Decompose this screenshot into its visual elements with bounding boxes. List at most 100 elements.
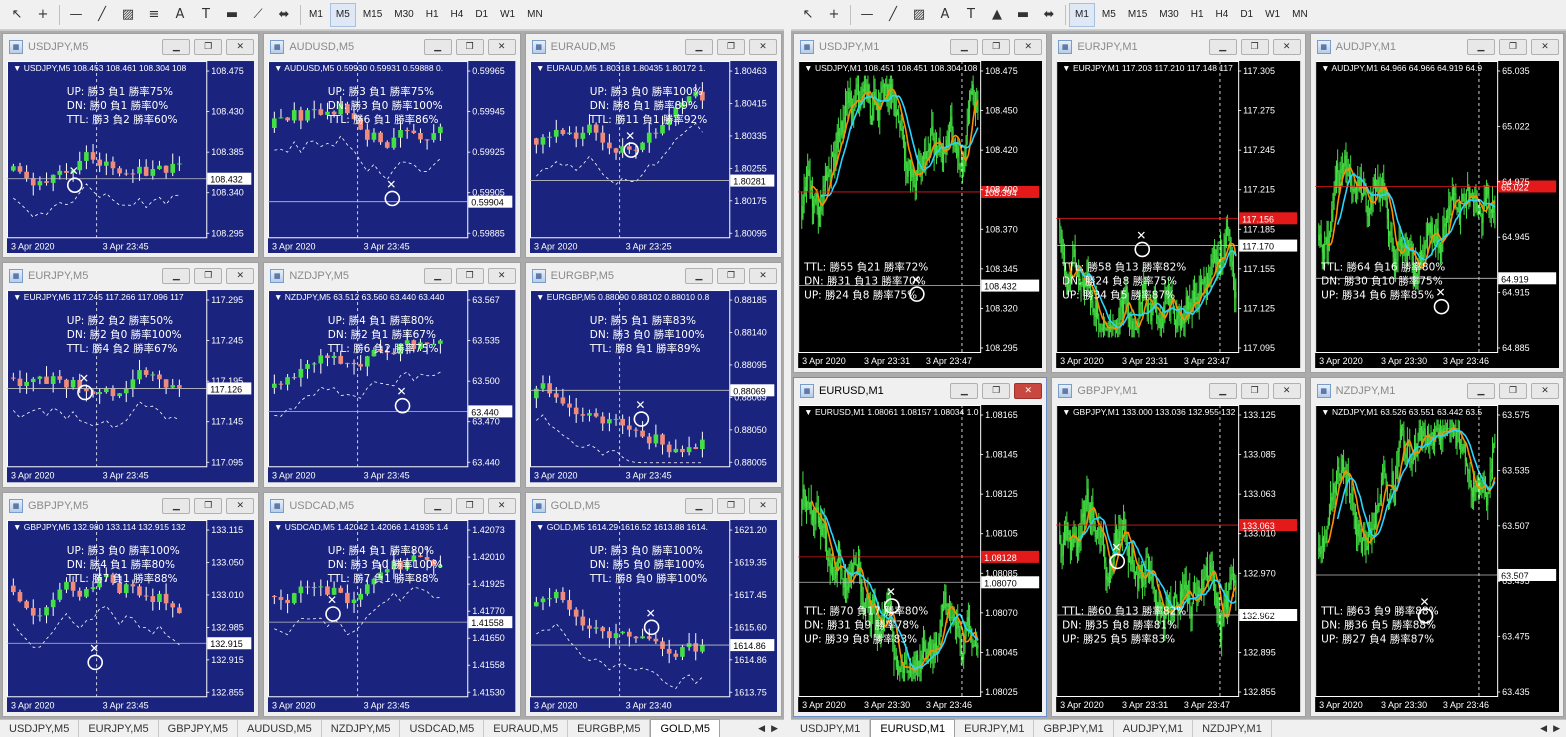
minimize-icon[interactable]: ▁: [423, 497, 452, 514]
candlestick-chart[interactable]: 64.91965.02265.03565.02264.97564.94564.9…: [1314, 61, 1559, 368]
timeframe-d1-button[interactable]: D1: [470, 3, 493, 27]
minimize-icon[interactable]: ▁: [423, 268, 452, 285]
restore-icon[interactable]: ❐: [982, 39, 1011, 55]
tab-eurgbp-m5[interactable]: EURGBP,M5: [568, 720, 651, 737]
price-chart[interactable]: 108.432 108.475 108.430 108.385 108.340 108.2…: [7, 61, 255, 254]
minimize-icon[interactable]: ▁: [684, 268, 713, 285]
cursor-icon[interactable]: ↖: [795, 3, 821, 27]
candlestick-chart[interactable]: 1.80281 1.80463 1.80415 1.80335 1.80255 1.801…: [529, 61, 777, 254]
tab-nzdjpy-m5[interactable]: NZDJPY,M5: [322, 720, 401, 737]
minimize-icon[interactable]: ▁: [162, 268, 191, 285]
restore-icon[interactable]: ❐: [1498, 383, 1527, 399]
tab-usdjpy-m5[interactable]: USDJPY,M5: [0, 720, 80, 737]
price-chart[interactable]: 0.59904 0.59965 0.59945 0.59925 0.59905 0.598…: [268, 61, 516, 254]
restore-icon[interactable]: ❐: [1498, 39, 1527, 55]
channel-icon[interactable]: ▨: [115, 3, 141, 27]
close-icon[interactable]: ✕: [226, 497, 255, 514]
tab-audjpy-m1[interactable]: AUDJPY,M1: [1114, 720, 1194, 737]
price-chart[interactable]: 132.915 133.115 133.050 133.010 132.985 132.9…: [7, 519, 255, 712]
hline-icon[interactable]: —: [63, 3, 89, 27]
timeframe-h1-button[interactable]: H1: [421, 3, 444, 27]
timeframe-d1-button[interactable]: D1: [1235, 3, 1258, 27]
chart-window-eurgbp-m5[interactable]: ▦ EURGBP,M5 ▁ ❐ ✕ 0.88069 0.88185 0.88140 0…: [524, 262, 782, 488]
chart-window-gbpjpy-m5[interactable]: ▦ GBPJPY,M5 ▁ ❐ ✕ 132.915 133.115 133.050 1…: [2, 491, 260, 717]
fib-icon[interactable]: ≡: [141, 3, 167, 27]
minimize-icon[interactable]: ▁: [423, 39, 452, 55]
tab-gbpjpy-m5[interactable]: GBPJPY,M5: [159, 720, 238, 737]
tab-gbpjpy-m1[interactable]: GBPJPY,M1: [1034, 720, 1114, 737]
timeframe-w1-button[interactable]: W1: [1260, 3, 1285, 27]
close-icon[interactable]: ✕: [487, 268, 516, 285]
timeframe-m15-button[interactable]: M15: [1123, 3, 1152, 27]
timeframe-h1-button[interactable]: H1: [1186, 3, 1209, 27]
chart-window-usdjpy-m1[interactable]: ▦ USDJPY,M1 ▁ ❐ ✕ 108.432 108.394 108.475 1…: [793, 33, 1048, 373]
close-icon[interactable]: ✕: [1272, 383, 1301, 399]
text-icon[interactable]: A: [167, 3, 193, 27]
trendline-icon[interactable]: ╱: [89, 3, 115, 27]
chart-window-gbpjpy-m1[interactable]: ▦ GBPJPY,M1 ▁ ❐ ✕ 132.962 133.063 133.125 1…: [1051, 377, 1306, 717]
minimize-icon[interactable]: ▁: [1466, 39, 1495, 55]
price-chart[interactable]: 108.432 108.394 108.475 108.450 108.420 108.4…: [798, 61, 1043, 368]
price-chart[interactable]: 0.88069 0.88185 0.88140 0.88095 0.88069 0.880…: [529, 290, 777, 483]
timeframe-mn-button[interactable]: MN: [522, 3, 548, 27]
restore-icon[interactable]: ❐: [194, 39, 223, 55]
candlestick-chart[interactable]: 1614.86 1621.20 1619.35 1617.45 1615.60 1614.…: [529, 519, 777, 712]
close-icon[interactable]: ✕: [1272, 39, 1301, 55]
tab-gold-m5[interactable]: GOLD,M5: [650, 719, 720, 737]
tab-scroll-right-icon[interactable]: ▶: [1553, 723, 1560, 734]
triangle-icon[interactable]: ▲: [984, 3, 1010, 27]
trendline-icon[interactable]: ╱: [880, 3, 906, 27]
tab-usdcad-m5[interactable]: USDCAD,M5: [400, 720, 485, 737]
arrow-icon[interactable]: ⬌: [271, 3, 297, 27]
tab-nzdjpy-m1[interactable]: NZDJPY,M1: [1193, 720, 1272, 737]
timeframe-m30-button[interactable]: M30: [389, 3, 418, 27]
hline-icon[interactable]: —: [854, 3, 880, 27]
timeframe-m5-button[interactable]: M5: [1097, 3, 1121, 27]
price-chart[interactable]: 1614.86 1621.20 1619.35 1617.45 1615.60 1614.…: [529, 519, 777, 712]
minimize-icon[interactable]: ▁: [684, 39, 713, 55]
chart-window-nzdjpy-m5[interactable]: ▦ NZDJPY,M5 ▁ ❐ ✕ 63.440 63.567 63.535 63.5…: [263, 262, 521, 488]
close-icon[interactable]: ✕: [1530, 39, 1559, 55]
price-chart[interactable]: 63.440 63.567 63.535 63.500 63.470 63.440 3 Ap…: [268, 290, 516, 483]
candlestick-chart[interactable]: 63.44063.56763.53563.50063.47063.4403 Ap…: [268, 290, 516, 483]
cursor-icon[interactable]: ↖: [4, 3, 30, 27]
minimize-icon[interactable]: ▁: [950, 383, 979, 399]
tab-scroll-left-icon[interactable]: ◀: [1540, 723, 1547, 734]
restore-icon[interactable]: ❐: [455, 497, 484, 514]
tab-scroll-right-icon[interactable]: ▶: [771, 723, 778, 734]
tab-scroll-left-icon[interactable]: ◀: [758, 723, 765, 734]
timeframe-m15-button[interactable]: M15: [358, 3, 387, 27]
close-icon[interactable]: ✕: [748, 268, 777, 285]
close-icon[interactable]: ✕: [748, 39, 777, 55]
tab-audusd-m5[interactable]: AUDUSD,M5: [238, 720, 322, 737]
timeframe-m30-button[interactable]: M30: [1154, 3, 1183, 27]
timeframe-m1-button[interactable]: M1: [304, 3, 328, 27]
restore-icon[interactable]: ❐: [716, 497, 745, 514]
minimize-icon[interactable]: ▁: [1208, 39, 1237, 55]
restore-icon[interactable]: ❐: [716, 268, 745, 285]
price-chart[interactable]: 64.919 65.022 65.035 65.022 64.975 64.945 64.9…: [1314, 61, 1559, 368]
close-icon[interactable]: ✕: [226, 39, 255, 55]
chart-window-euraud-m5[interactable]: ▦ EURAUD,M5 ▁ ❐ ✕ 1.80281 1.80463 1.80415 1…: [524, 33, 782, 259]
chart-window-eurusd-m1[interactable]: ▦ EURUSD,M1 ▁ ❐ ✕ 1.08070 1.08128 1.08165 1…: [793, 377, 1048, 717]
chart-window-eurjpy-m5[interactable]: ▦ EURJPY,M5 ▁ ❐ ✕ 117.126 117.295 117.245 1…: [2, 262, 260, 488]
minimize-icon[interactable]: ▁: [684, 497, 713, 514]
price-chart[interactable]: 1.08070 1.08128 1.08165 1.08145 1.08125 1.081…: [798, 405, 1043, 712]
candlestick-chart[interactable]: 108.432108.394108.475108.450108.420108.4…: [798, 61, 1043, 368]
label-icon[interactable]: T: [193, 3, 219, 27]
timeframe-h4-button[interactable]: H4: [446, 3, 469, 27]
restore-icon[interactable]: ❐: [716, 39, 745, 55]
candlestick-chart[interactable]: 0.880690.881850.881400.880950.880690.880…: [529, 290, 777, 483]
candlestick-chart[interactable]: 108.432 108.475 108.430 108.385 108.340 108.2…: [7, 61, 255, 254]
timeframe-m1-button[interactable]: M1: [1069, 2, 1095, 27]
close-icon[interactable]: ✕: [487, 39, 516, 55]
channel-icon[interactable]: ▨: [906, 3, 932, 27]
restore-icon[interactable]: ❐: [1240, 39, 1269, 55]
chart-window-usdcad-m5[interactable]: ▦ USDCAD,M5 ▁ ❐ ✕ 1.41558 1.42073 1.42010 1…: [263, 491, 521, 717]
crosshair-icon[interactable]: +: [30, 3, 56, 27]
close-icon[interactable]: ✕: [226, 268, 255, 285]
restore-icon[interactable]: ❐: [194, 268, 223, 285]
candlestick-chart[interactable]: 117.126117.295117.245117.195117.145117.0…: [7, 290, 255, 483]
timeframe-h4-button[interactable]: H4: [1211, 3, 1234, 27]
tab-eurusd-m1[interactable]: EURUSD,M1: [870, 719, 956, 737]
